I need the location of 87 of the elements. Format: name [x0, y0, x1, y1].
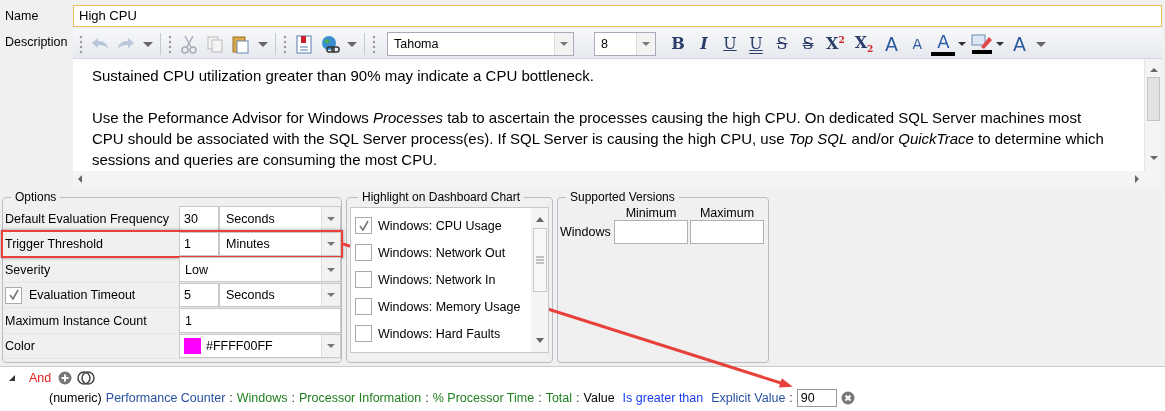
name-field[interactable]: High CPU	[73, 4, 1162, 27]
font-dropdown[interactable]: Tahoma	[387, 31, 574, 56]
unit-dropdown[interactable]: Minutes	[219, 231, 341, 257]
unit-dropdown[interactable]: Seconds	[219, 282, 341, 308]
field-label: Trigger Threshold	[5, 237, 103, 252]
group-title: Highlight on Dashboard Chart	[361, 190, 522, 205]
grip-icon[interactable]	[283, 33, 287, 54]
unit-dropdown[interactable]: Seconds	[219, 206, 341, 231]
condition-text: (numeric)	[49, 391, 102, 405]
format-button[interactable]: U	[718, 31, 742, 56]
condition-link[interactable]: Performance Counter	[105, 391, 226, 405]
text-field[interactable]: 1	[179, 308, 341, 333]
format-button[interactable]: U	[744, 31, 768, 56]
checkbox[interactable]	[355, 217, 372, 235]
field-label: Description	[4, 34, 69, 52]
remove-icon[interactable]	[840, 391, 855, 405]
field-label: Name	[4, 8, 40, 23]
group-title: Supported Versions	[569, 190, 676, 205]
field-label: Maximum Instance Count	[5, 313, 147, 328]
list-item-label[interactable]: Windows: CPU Usage	[376, 218, 527, 233]
condition-text: :	[789, 391, 793, 405]
version-field[interactable]	[614, 220, 688, 245]
checkmark-icon	[6, 288, 21, 303]
grip-icon[interactable]	[79, 33, 83, 54]
vertical-scrollbar[interactable]	[1144, 59, 1162, 172]
condition-text: :	[538, 391, 542, 405]
color-dropdown[interactable]: #FFFF00FF	[179, 333, 341, 359]
condition-text: :	[229, 391, 233, 405]
format-button[interactable]: A	[931, 31, 956, 56]
group-title: Options	[14, 190, 58, 205]
list-item-label[interactable]: Windows: Memory Usage	[376, 299, 527, 314]
format-button[interactable]: X$^{2}$	[822, 31, 849, 56]
condition-text: :	[291, 391, 295, 405]
checkbox[interactable]	[5, 286, 22, 304]
format-button[interactable]: B	[666, 31, 690, 56]
operator-link[interactable]: And	[29, 371, 52, 385]
format-button[interactable]: A	[905, 31, 930, 56]
checkbox[interactable]	[355, 271, 372, 289]
field-label: Default Evaluation Frequency	[5, 211, 169, 226]
format-button[interactable]: I	[692, 31, 716, 56]
horizontal-scrollbar[interactable]	[73, 171, 1162, 188]
row-label: Windows	[560, 225, 612, 240]
format-button[interactable]: S	[796, 31, 820, 56]
grip-icon	[534, 256, 545, 265]
checkbox[interactable]	[355, 325, 372, 343]
condition-link[interactable]: Total	[545, 391, 573, 405]
condition-text: :	[576, 391, 580, 405]
font-size-dropdown[interactable]: 8	[594, 31, 656, 56]
add-icon[interactable]	[58, 371, 73, 385]
number-field[interactable]: 5	[179, 282, 219, 308]
list-item-label[interactable]: Windows: Hard Faults	[376, 326, 527, 341]
severity-dropdown[interactable]: Low	[179, 257, 341, 282]
column-header: Maximum	[698, 206, 756, 221]
format-button[interactable]: A	[879, 31, 904, 56]
number-field[interactable]: 1	[179, 231, 219, 257]
condition-link[interactable]: Explicit Value	[711, 391, 786, 405]
grip-icon[interactable]	[168, 33, 172, 54]
version-field[interactable]	[690, 220, 764, 245]
operator-link[interactable]: Is greater than	[622, 391, 704, 405]
condition-link[interactable]: % Processor Time	[432, 391, 535, 405]
grip-icon[interactable]	[372, 33, 376, 54]
venn-icon[interactable]	[77, 371, 96, 385]
list-item-label[interactable]: Windows: Network In	[376, 272, 527, 287]
value-field[interactable]: 90	[796, 389, 837, 407]
field-label: Color	[5, 339, 35, 354]
condition-text: Value	[583, 391, 615, 405]
scrollbar-thumb[interactable]	[1147, 77, 1160, 122]
scrollbar-thumb[interactable]	[532, 228, 547, 293]
field-label: Evaluation Timeout	[29, 288, 136, 303]
collapse-icon[interactable]	[8, 374, 16, 382]
checkmark-icon	[356, 218, 371, 233]
field-label: Severity	[5, 262, 51, 277]
vertical-scrollbar[interactable]	[531, 208, 548, 353]
condition-link[interactable]: Windows	[236, 391, 288, 405]
checkbox[interactable]	[355, 244, 372, 262]
column-header: Minimum	[624, 206, 678, 221]
checkbox[interactable]	[355, 298, 372, 316]
format-button[interactable]: A	[1007, 31, 1032, 56]
format-button[interactable]: S	[770, 31, 794, 56]
scroll-right-icon[interactable]	[1132, 173, 1142, 186]
list-item-label[interactable]: Windows: Network Out	[376, 245, 527, 260]
description-text: Use the Peformance Advisor for Windows Processes tab to ascertain the processes causing the high CPU. On dedicated SQL Server machines most CPU should be associated with the SQL Server process(es). If SQL Server is causing the high CPU, use Top SQL and/or QuickTrace to determine which sessions and queries are consuming the most CPU.	[92, 108, 1105, 171]
description-text: Sustained CPU utilization greater than 90% may indicate a CPU bottleneck.	[92, 66, 595, 87]
format-button[interactable]: X$_{2}$	[850, 31, 878, 56]
number-field[interactable]: 30	[179, 206, 219, 231]
condition-link[interactable]: Processor Information	[299, 391, 422, 405]
condition-text: :	[425, 391, 429, 405]
